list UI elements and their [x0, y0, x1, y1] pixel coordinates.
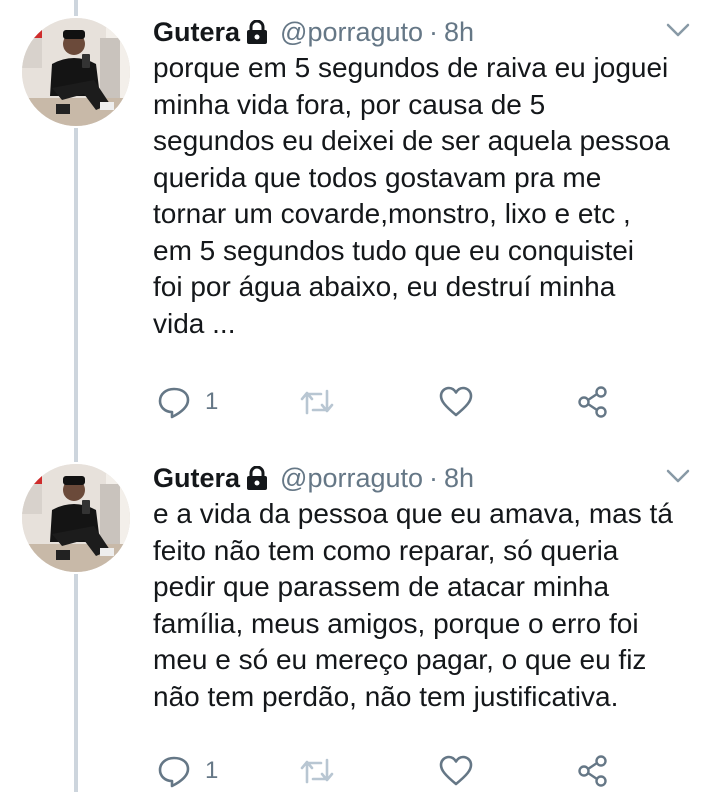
- timestamp[interactable]: 8h: [444, 463, 474, 494]
- retweet-button[interactable]: [299, 382, 335, 422]
- like-button[interactable]: [439, 382, 473, 422]
- retweet-button[interactable]: [299, 751, 335, 791]
- chevron-down-icon[interactable]: [666, 468, 690, 484]
- retweet-icon: [299, 387, 335, 417]
- tweet-text: e a vida da pessoa que eu amava, mas tá …: [153, 498, 673, 712]
- user-handle[interactable]: @porraguto: [280, 463, 423, 494]
- share-button[interactable]: [577, 751, 609, 791]
- reply-icon: [157, 385, 191, 419]
- separator-dot: ·: [429, 462, 439, 493]
- avatar[interactable]: [22, 18, 130, 126]
- display-name[interactable]: Gutera: [153, 17, 240, 48]
- user-handle[interactable]: @porraguto: [280, 17, 423, 48]
- display-name[interactable]: Gutera: [153, 463, 240, 494]
- tweet-header: Gutera @porraguto · 8h: [153, 458, 474, 498]
- tweet[interactable]: Gutera @porraguto · 8h e a vida da pesso…: [0, 446, 720, 792]
- reply-icon: [157, 754, 191, 788]
- retweet-icon: [299, 756, 335, 786]
- lock-icon: [246, 19, 268, 44]
- heart-icon: [439, 386, 473, 418]
- reply-button[interactable]: 1: [157, 751, 218, 791]
- reply-count: 1: [205, 388, 219, 415]
- heart-icon: [439, 755, 473, 787]
- timestamp[interactable]: 8h: [444, 17, 474, 48]
- reply-button[interactable]: 1: [157, 382, 218, 422]
- share-button[interactable]: [577, 382, 609, 422]
- share-icon: [577, 755, 609, 787]
- separator-dot: ·: [429, 16, 439, 47]
- reply-count: 1: [205, 757, 219, 784]
- avatar[interactable]: [22, 464, 130, 572]
- chevron-down-icon[interactable]: [666, 22, 690, 38]
- like-button[interactable]: [439, 751, 473, 791]
- tweet[interactable]: Gutera @porraguto · 8h porque em 5 segun…: [0, 0, 720, 446]
- tweet-header: Gutera @porraguto · 8h: [153, 12, 474, 52]
- tweet-actions: 1: [153, 751, 623, 791]
- share-icon: [577, 386, 609, 418]
- tweet-actions: 1: [153, 382, 623, 422]
- tweet-text: porque em 5 segundos de raiva eu joguei …: [153, 52, 670, 339]
- lock-icon: [246, 465, 268, 490]
